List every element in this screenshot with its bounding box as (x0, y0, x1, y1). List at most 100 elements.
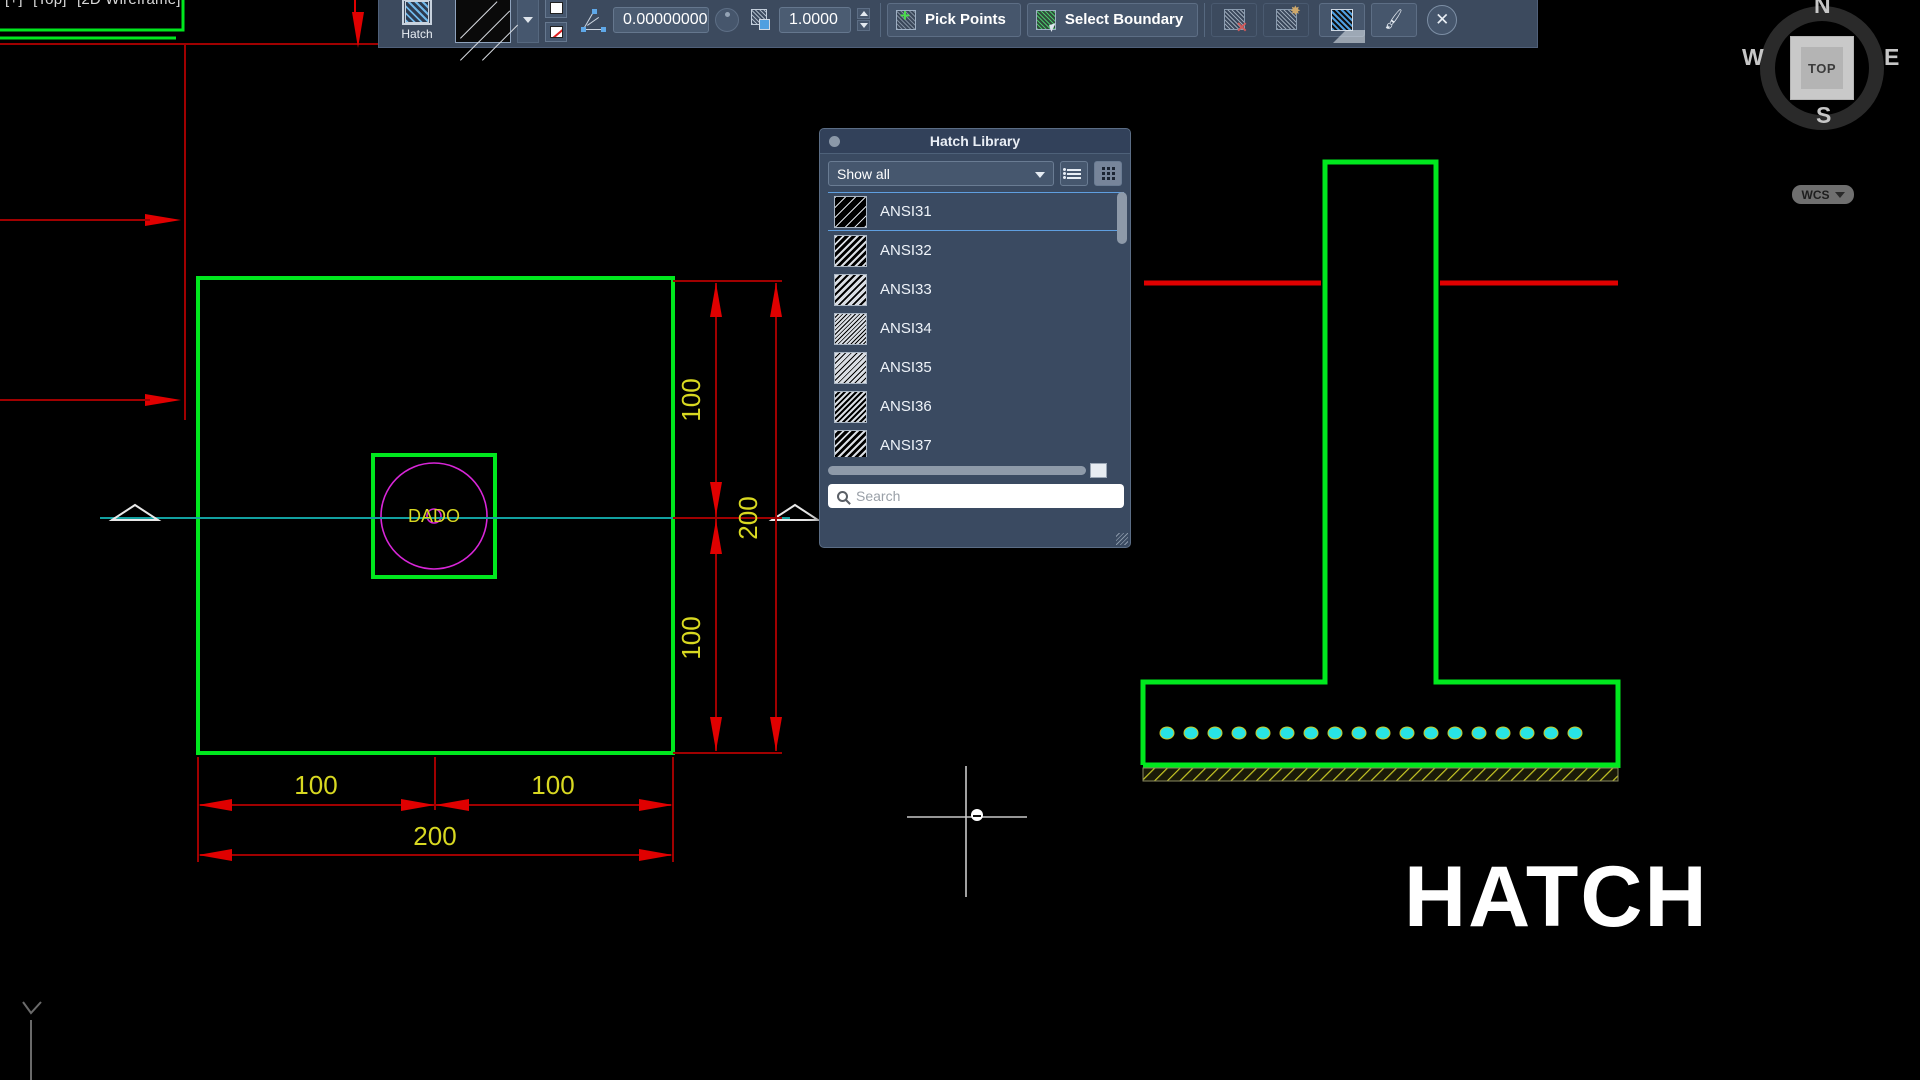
hatch-pattern-name: ANSI31 (880, 203, 932, 220)
scrollbar-thumb[interactable] (1117, 192, 1127, 244)
hatch-filter-dropdown[interactable]: Show all (828, 161, 1054, 186)
ucs-y-axis-icon (22, 1001, 42, 1080)
viewport-view-label[interactable]: [Top] (30, 0, 70, 8)
viewport-visualstyle-label[interactable]: [2D Wireframe] (74, 0, 184, 8)
recreate-boundary-icon (1275, 3, 1301, 30)
hatch-pattern-list[interactable]: ANSI31 ANSI32 ANSI33 ANSI34 ANSI35 ANSI36 ANSI… (828, 192, 1124, 457)
hatch-scale-input[interactable]: 1.0000 (779, 6, 851, 33)
color-swatch-icon (549, 1, 563, 14)
hatch-pattern-swatch-icon (834, 195, 867, 228)
hatch-pattern-swatch-icon (834, 390, 867, 423)
hatch-icon (402, 0, 432, 25)
scrollbar-thumb-horizontal[interactable] (828, 465, 1086, 475)
hatch-pattern-row[interactable]: ANSI37 (828, 426, 1124, 457)
viewport-controls-label[interactable]: [+] (2, 0, 26, 8)
hatch-angle-value: 0.00000000 (623, 10, 708, 28)
pick-points-icon (896, 6, 916, 30)
hatch-pattern-name: ANSI36 (880, 398, 932, 415)
ucs-label: WCS (1801, 187, 1830, 202)
background-color-none-button[interactable] (545, 21, 567, 42)
grid-view-button[interactable] (1094, 161, 1122, 186)
angle-icon (579, 7, 607, 33)
hatch-pattern-swatch-icon (834, 312, 867, 345)
hatch-pattern-swatch-icon (834, 351, 867, 384)
panel-close-dot-icon[interactable] (829, 136, 840, 147)
hatch-pattern-row[interactable]: ANSI34 (828, 309, 1124, 348)
hatch-angle-input[interactable]: 0.00000000 (613, 6, 709, 33)
compass-west-label[interactable]: W (1742, 44, 1764, 71)
hatch-pattern-swatch-icon (834, 234, 867, 267)
soil-hatch-region (1142, 767, 1619, 782)
plan-dim-right-lower: 100 (676, 616, 706, 659)
compass-south-label[interactable]: S (1816, 102, 1831, 129)
hatch-settings-button[interactable] (1319, 2, 1366, 43)
search-icon (837, 490, 848, 502)
grid-view-icon (1101, 167, 1115, 180)
compass-east-label[interactable]: E (1884, 44, 1899, 71)
hatch-pattern-name: ANSI37 (880, 437, 932, 454)
plan-dim-right-total: 200 (733, 496, 763, 539)
list-view-icon (1063, 167, 1081, 179)
viewport-label-bar: [+] [Top] [2D Wireframe] (2, 0, 184, 8)
viewcube[interactable]: TOP N S W E (1742, 0, 1899, 142)
chevron-down-icon (1035, 172, 1045, 178)
toolbar-divider (880, 2, 881, 37)
hatch-pattern-row[interactable]: ANSI31 (828, 192, 1124, 231)
pattern-dropdown-button[interactable] (517, 0, 539, 43)
hatch-pattern-name: ANSI32 (880, 242, 932, 259)
compass-north-label[interactable]: N (1814, 0, 1831, 19)
hatch-library-panel: Hatch Library Show all ANSI31 ANSI32 ANSI3… (819, 128, 1131, 548)
hatch-pattern-row[interactable]: ANSI36 (828, 387, 1124, 426)
hatch-scale-icon (751, 8, 773, 31)
hatch-pattern-row[interactable]: ANSI35 (828, 348, 1124, 387)
recreate-boundary-button[interactable] (1263, 2, 1310, 37)
select-boundary-button[interactable]: Select Boundary (1026, 2, 1199, 37)
plan-dim-right-upper: 100 (676, 378, 706, 421)
hatch-scale-stepper[interactable] (857, 8, 870, 31)
hatch-pattern-name: ANSI34 (880, 320, 932, 337)
remove-boundary-icon (1223, 9, 1248, 36)
hatch-pattern-swatch-icon (834, 273, 867, 306)
hatch-pattern-preview[interactable] (455, 0, 519, 61)
panel-resize-grip[interactable] (1116, 533, 1128, 545)
viewcube-top-face[interactable]: TOP (1790, 36, 1854, 100)
scale-decrease-button[interactable] (857, 20, 870, 31)
pick-points-label: Pick Points (925, 11, 1006, 28)
match-properties-button[interactable]: 🖌 (1371, 2, 1418, 37)
eyedropper-icon: 🖌 (1381, 7, 1407, 31)
ucs-selector-dropdown[interactable]: WCS (1792, 185, 1854, 204)
viewcube-face-label: TOP (1808, 60, 1836, 76)
scrollbar-corner-box (1090, 462, 1107, 478)
list-view-button[interactable] (1060, 161, 1088, 186)
select-boundary-label: Select Boundary (1064, 11, 1184, 28)
hatch-list-horizontal-scrollbar[interactable] (828, 462, 1124, 478)
rebar-dots (1159, 726, 1583, 740)
hatch-pattern-name: ANSI35 (880, 359, 932, 376)
hatch-pattern-row[interactable]: ANSI32 (828, 231, 1124, 270)
hatch-scale-value: 1.0000 (789, 10, 838, 28)
crosshair-cursor (907, 766, 1027, 897)
hatch-library-titlebar: Hatch Library (820, 129, 1130, 154)
chevron-down-icon (1834, 191, 1845, 198)
hatch-list-vertical-scrollbar[interactable] (1117, 192, 1127, 450)
plan-dim-right: 100 (531, 770, 574, 800)
hatch-pattern-row[interactable]: ANSI33 (828, 270, 1124, 309)
hatch-button[interactable]: Hatch (385, 0, 449, 47)
select-boundary-icon (1035, 9, 1056, 30)
angle-dial-icon[interactable] (715, 7, 739, 32)
remove-boundary-button[interactable] (1211, 2, 1258, 37)
hatch-pattern-name: ANSI33 (880, 281, 932, 298)
search-input[interactable] (856, 488, 1115, 504)
hatch-library-toolbar: Show all (820, 154, 1130, 191)
hatch-settings-icon (1331, 8, 1366, 43)
plan-dim-left: 100 (294, 770, 337, 800)
hatch-library-title: Hatch Library (929, 133, 1021, 149)
chevron-down-icon (523, 16, 533, 23)
hatch-filter-value: Show all (837, 165, 890, 182)
close-hatch-editor-button[interactable]: ✕ (1427, 4, 1458, 35)
hatch-color-swatch-button[interactable] (545, 0, 567, 18)
hatch-search-box[interactable] (828, 484, 1124, 508)
scale-increase-button[interactable] (857, 8, 870, 19)
hatch-pattern-swatch-icon (834, 429, 867, 457)
pick-points-button[interactable]: Pick Points (887, 2, 1021, 37)
